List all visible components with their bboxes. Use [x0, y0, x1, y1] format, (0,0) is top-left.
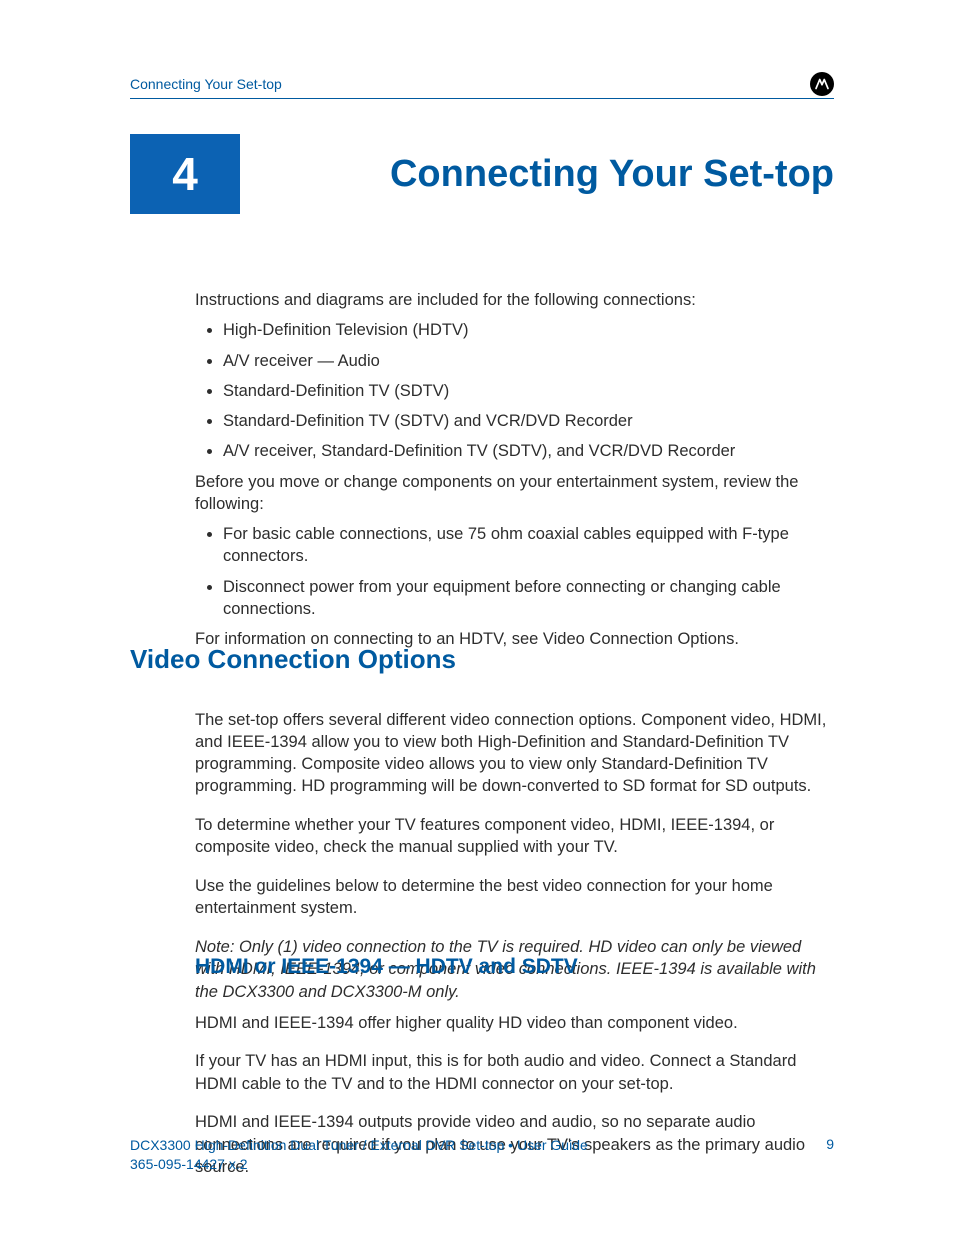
intro-lead: Instructions and diagrams are included f… — [195, 289, 834, 311]
chapter-title: Connecting Your Set-top — [390, 153, 834, 196]
chapter-number-box: 4 — [130, 134, 240, 214]
hdmi-p2: If your TV has an HDMI input, this is fo… — [195, 1050, 834, 1095]
motorola-logo-icon — [810, 72, 834, 96]
header-rule — [130, 98, 834, 99]
connection-item: A/V receiver, Standard-Definition TV (SD… — [223, 440, 834, 462]
video-p2: To determine whether your TV features co… — [195, 814, 834, 859]
connection-item: High-Definition Television (HDTV) — [223, 319, 834, 341]
heading-video-options: Video Connection Options — [130, 644, 456, 675]
footer-docnum: 365-095-14427 x.2 — [130, 1156, 248, 1172]
intro-before: Before you move or change components on … — [195, 471, 834, 516]
hdmi-p1: HDMI and IEEE-1394 offer higher quality … — [195, 1012, 834, 1034]
video-p1: The set-top offers several different vid… — [195, 709, 834, 798]
footer-page: 9 — [826, 1136, 834, 1152]
caution-item: Disconnect power from your equipment bef… — [223, 576, 834, 621]
video-p3: Use the guidelines below to determine th… — [195, 875, 834, 920]
connection-item: Standard-Definition TV (SDTV) — [223, 380, 834, 402]
header-section-text: Connecting Your Set-top — [130, 76, 282, 92]
caution-item: For basic cable connections, use 75 ohm … — [223, 523, 834, 568]
heading-hdmi: HDMI or IEEE-1394 — HDTV and SDTV — [195, 955, 578, 979]
footer-product: DCX3300 High-Definition Dual Tuner / Ext… — [130, 1137, 588, 1153]
connection-item: A/V receiver — Audio — [223, 350, 834, 372]
connection-item: Standard-Definition TV (SDTV) and VCR/DV… — [223, 410, 834, 432]
